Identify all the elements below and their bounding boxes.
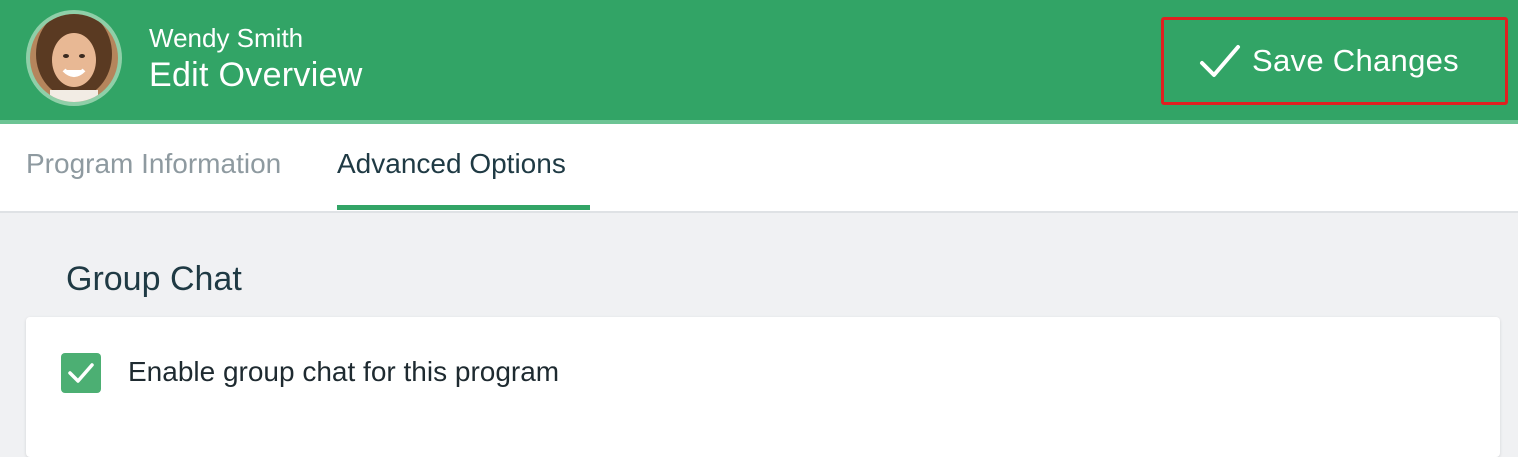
checkmark-icon — [68, 363, 94, 383]
group-chat-card: Enable group chat for this program — [26, 317, 1500, 457]
tab-bar: Program Information Advanced Options — [0, 124, 1518, 213]
tab-program-information[interactable]: Program Information — [26, 146, 281, 182]
enable-group-chat-label[interactable]: Enable group chat for this program — [128, 354, 559, 390]
save-changes-label: Save Changes — [1252, 43, 1459, 78]
active-tab-indicator — [337, 205, 590, 210]
page-header: Wendy Smith Edit Overview Save Changes — [0, 0, 1518, 124]
tab-advanced-options[interactable]: Advanced Options — [337, 146, 566, 182]
checkmark-icon — [1200, 45, 1240, 77]
page-title: Edit Overview — [149, 56, 363, 94]
enable-group-chat-checkbox[interactable] — [61, 353, 101, 393]
section-title-group-chat: Group Chat — [66, 260, 242, 298]
user-name: Wendy Smith — [149, 23, 304, 53]
user-avatar-image — [30, 14, 118, 102]
save-changes-button[interactable]: Save Changes — [1161, 17, 1508, 105]
avatar — [26, 10, 122, 106]
